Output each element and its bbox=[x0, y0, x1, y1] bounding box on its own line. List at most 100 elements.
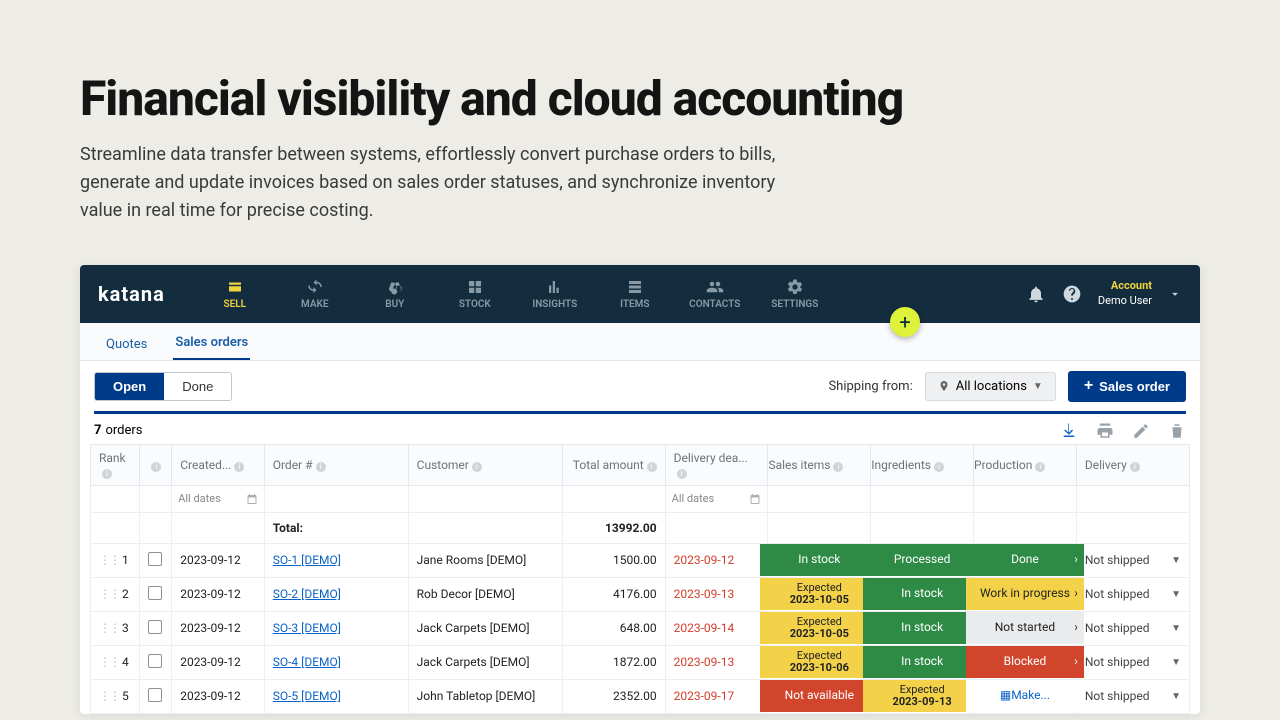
print-icon[interactable] bbox=[1096, 422, 1114, 440]
status-chip[interactable]: Not available bbox=[760, 680, 878, 712]
status-chip[interactable]: Work in progress› bbox=[966, 578, 1084, 610]
orders-table: Ranki i Created...i Order #i Customeri T… bbox=[90, 444, 1190, 714]
nav-items[interactable]: ITEMS bbox=[595, 265, 675, 323]
cell-customer: Jane Rooms [DEMO] bbox=[408, 543, 562, 577]
segment-done[interactable]: Done bbox=[164, 373, 231, 400]
table-row: ⋮⋮ 12023-09-12SO-1 [DEMO]Jane Rooms [DEM… bbox=[91, 543, 1190, 577]
calendar-icon[interactable] bbox=[246, 493, 258, 505]
page-title: Financial visibility and cloud accountin… bbox=[80, 70, 1200, 127]
cell-deadline: 2023-09-12 bbox=[665, 543, 768, 577]
status-chip[interactable]: In stock bbox=[863, 646, 981, 678]
status-chip[interactable]: In stock bbox=[863, 578, 981, 610]
cell-amount: 4176.00 bbox=[562, 577, 665, 611]
drag-handle-icon[interactable]: ⋮⋮ bbox=[99, 621, 119, 635]
order-link[interactable]: SO-2 [DEMO] bbox=[273, 587, 341, 601]
add-fab-button[interactable]: + bbox=[890, 307, 920, 337]
help-icon[interactable] bbox=[1062, 284, 1082, 304]
status-chip[interactable]: Not started› bbox=[966, 612, 1084, 644]
drag-handle-icon[interactable]: ⋮⋮ bbox=[99, 553, 119, 567]
cell-amount: 1872.00 bbox=[562, 645, 665, 679]
total-value: 13992.00 bbox=[562, 512, 665, 543]
cell-customer: Jack Carpets [DEMO] bbox=[408, 611, 562, 645]
status-chip[interactable]: Done› bbox=[966, 544, 1084, 576]
cell-deadline: 2023-09-17 bbox=[665, 679, 768, 713]
segment-open[interactable]: Open bbox=[95, 373, 164, 400]
delivery-status[interactable]: Not shipped▼ bbox=[1085, 553, 1181, 567]
status-chip[interactable]: In stock bbox=[863, 612, 981, 644]
filter-order[interactable] bbox=[271, 490, 402, 508]
pin-icon bbox=[938, 380, 950, 392]
total-label: Total: bbox=[264, 512, 408, 543]
bell-icon[interactable] bbox=[1026, 284, 1046, 304]
nav-make[interactable]: MAKE bbox=[275, 265, 355, 323]
row-checkbox[interactable] bbox=[148, 620, 162, 634]
delete-icon[interactable] bbox=[1168, 422, 1186, 440]
edit-icon[interactable] bbox=[1132, 422, 1150, 440]
cell-deadline: 2023-09-13 bbox=[665, 645, 768, 679]
orders-label: orders bbox=[105, 423, 142, 438]
nav-buy[interactable]: BUY bbox=[355, 265, 435, 323]
status-chip[interactable]: Expected2023-10-05 bbox=[760, 612, 878, 644]
cell-created: 2023-09-12 bbox=[172, 611, 265, 645]
status-chip[interactable]: Expected2023-10-05 bbox=[760, 578, 878, 610]
delivery-status[interactable]: Not shipped▼ bbox=[1085, 655, 1181, 669]
tab-quotes[interactable]: Quotes bbox=[104, 327, 149, 360]
row-checkbox[interactable] bbox=[148, 654, 162, 668]
location-label: All locations bbox=[956, 379, 1027, 394]
status-chip[interactable]: In stock bbox=[760, 544, 878, 576]
new-sales-order-button[interactable]: + Sales order bbox=[1068, 371, 1186, 402]
order-link[interactable]: SO-1 [DEMO] bbox=[273, 553, 341, 567]
order-link[interactable]: SO-5 [DEMO] bbox=[273, 689, 341, 703]
nav-stock[interactable]: STOCK bbox=[435, 265, 515, 323]
app-window: katana SELLMAKEBUYSTOCKINSIGHTSITEMSCONT… bbox=[80, 265, 1200, 714]
nav-insights[interactable]: INSIGHTS bbox=[515, 265, 595, 323]
drag-handle-icon[interactable]: ⋮⋮ bbox=[99, 689, 119, 703]
delivery-status[interactable]: Not shipped▼ bbox=[1085, 621, 1181, 635]
cell-created: 2023-09-12 bbox=[172, 679, 265, 713]
status-chip[interactable]: Blocked› bbox=[966, 646, 1084, 678]
nav-contacts[interactable]: CONTACTS bbox=[675, 265, 755, 323]
location-selector[interactable]: All locations ▼ bbox=[925, 372, 1056, 401]
chevron-down-icon[interactable] bbox=[1168, 284, 1182, 304]
orders-count: 7 bbox=[94, 423, 101, 438]
row-checkbox[interactable] bbox=[148, 586, 162, 600]
cell-amount: 648.00 bbox=[562, 611, 665, 645]
open-done-segment: Open Done bbox=[94, 372, 232, 401]
drag-handle-icon[interactable]: ⋮⋮ bbox=[99, 655, 119, 669]
status-chip[interactable]: Expected2023-10-06 bbox=[760, 646, 878, 678]
delivery-status[interactable]: Not shipped▼ bbox=[1085, 587, 1181, 601]
row-checkbox[interactable] bbox=[148, 688, 162, 702]
table-row: ⋮⋮ 52023-09-12SO-5 [DEMO]John Tabletop [… bbox=[91, 679, 1190, 713]
cell-deadline: 2023-09-13 bbox=[665, 577, 768, 611]
filter-amount[interactable] bbox=[569, 490, 659, 508]
filter-customer[interactable] bbox=[415, 490, 556, 508]
table-row: ⋮⋮ 22023-09-12SO-2 [DEMO]Rob Decor [DEMO… bbox=[91, 577, 1190, 611]
tab-sales-orders[interactable]: Sales orders bbox=[173, 325, 250, 360]
status-chip[interactable]: Expected2023-09-13 bbox=[863, 680, 981, 712]
download-icon[interactable] bbox=[1060, 422, 1078, 440]
cell-customer: John Tabletop [DEMO] bbox=[408, 679, 562, 713]
page-subtitle: Streamline data transfer between systems… bbox=[80, 141, 780, 225]
nav-settings[interactable]: SETTINGS bbox=[755, 265, 835, 323]
calendar-icon[interactable] bbox=[749, 493, 761, 505]
cell-created: 2023-09-12 bbox=[172, 645, 265, 679]
account-menu[interactable]: AccountDemo User bbox=[1098, 279, 1152, 308]
drag-handle-icon[interactable]: ⋮⋮ bbox=[99, 587, 119, 601]
caret-down-icon: ▼ bbox=[1033, 381, 1043, 392]
cell-amount: 2352.00 bbox=[562, 679, 665, 713]
order-link[interactable]: SO-3 [DEMO] bbox=[273, 621, 341, 635]
order-link[interactable]: SO-4 [DEMO] bbox=[273, 655, 341, 669]
status-chip[interactable]: ▦ Make... bbox=[966, 680, 1084, 712]
delivery-status[interactable]: Not shipped▼ bbox=[1085, 689, 1181, 703]
table-row: ⋮⋮ 42023-09-12SO-4 [DEMO]Jack Carpets [D… bbox=[91, 645, 1190, 679]
nav-sell[interactable]: SELL bbox=[195, 265, 275, 323]
cell-customer: Jack Carpets [DEMO] bbox=[408, 645, 562, 679]
brand-logo[interactable]: katana bbox=[98, 282, 165, 306]
cell-created: 2023-09-12 bbox=[172, 543, 265, 577]
row-checkbox[interactable] bbox=[148, 552, 162, 566]
shipping-from-label: Shipping from: bbox=[828, 379, 912, 394]
top-nav: katana SELLMAKEBUYSTOCKINSIGHTSITEMSCONT… bbox=[80, 265, 1200, 323]
cell-customer: Rob Decor [DEMO] bbox=[408, 577, 562, 611]
cell-deadline: 2023-09-14 bbox=[665, 611, 768, 645]
status-chip[interactable]: Processed bbox=[863, 544, 981, 576]
